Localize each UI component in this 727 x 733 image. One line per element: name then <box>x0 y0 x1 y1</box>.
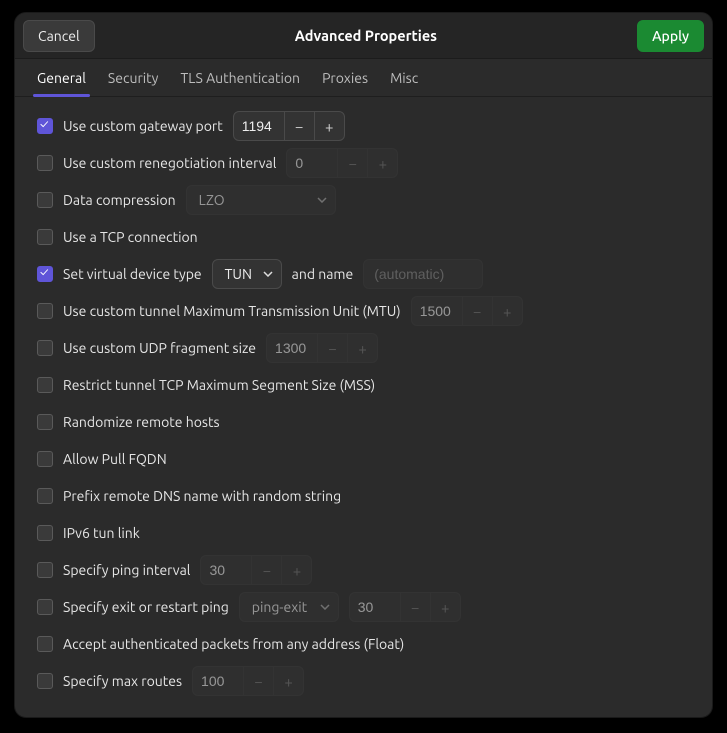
label-ping: Specify ping interval <box>63 562 190 578</box>
checkbox-mss[interactable] <box>37 377 53 393</box>
titlebar: Cancel Advanced Properties Apply <box>15 13 712 59</box>
checkbox-gateway-port[interactable] <box>37 118 53 134</box>
spin-mtu: − + <box>411 296 523 326</box>
tab-general[interactable]: General <box>37 59 86 96</box>
minus-icon[interactable]: − <box>337 149 367 177</box>
input-reneg[interactable] <box>287 149 337 177</box>
input-maxroutes[interactable] <box>193 667 243 695</box>
spin-ping: − + <box>200 555 312 585</box>
checkbox-tcp[interactable] <box>37 229 53 245</box>
plus-icon[interactable]: + <box>367 149 397 177</box>
row-float: Accept authenticated packets from any ad… <box>37 629 690 659</box>
select-vdev-value: TUN <box>225 266 252 282</box>
checkbox-maxroutes[interactable] <box>37 673 53 689</box>
checkbox-pingexit[interactable] <box>37 599 53 615</box>
checkbox-randomize[interactable] <box>37 414 53 430</box>
row-compression: Data compression LZO <box>37 185 690 215</box>
tab-tls-authentication[interactable]: TLS Authentication <box>180 59 300 96</box>
select-pingexit[interactable]: ping-exit <box>239 592 339 622</box>
checkbox-vdev[interactable] <box>37 266 53 282</box>
label-pullfqdn: Allow Pull FQDN <box>63 451 167 467</box>
select-vdev-type[interactable]: TUN <box>212 259 282 289</box>
minus-icon[interactable]: − <box>317 334 347 362</box>
spin-udpfrag: − + <box>266 333 378 363</box>
input-pingexit[interactable] <box>350 593 400 621</box>
label-mtu: Use custom tunnel Maximum Transmission U… <box>63 303 401 319</box>
checkbox-pullfqdn[interactable] <box>37 451 53 467</box>
chevron-down-icon <box>317 197 327 203</box>
checkbox-reneg[interactable] <box>37 155 53 171</box>
spin-gateway-port: − + <box>233 111 345 141</box>
label-randomize: Randomize remote hosts <box>63 414 220 430</box>
label-vdev: Set virtual device type <box>63 266 202 282</box>
plus-icon[interactable]: + <box>273 667 303 695</box>
checkbox-ping[interactable] <box>37 562 53 578</box>
select-compression-value: LZO <box>199 192 225 208</box>
spin-pingexit: − + <box>349 592 461 622</box>
plus-icon[interactable]: + <box>347 334 377 362</box>
label-mss: Restrict tunnel TCP Maximum Segment Size… <box>63 377 375 393</box>
label-float: Accept authenticated packets from any ad… <box>63 636 404 652</box>
checkbox-udpfrag[interactable] <box>37 340 53 356</box>
spin-maxroutes: − + <box>192 666 304 696</box>
select-pingexit-value: ping-exit <box>252 599 307 615</box>
dialog-window: Cancel Advanced Properties Apply General… <box>14 12 713 718</box>
label-ipv6tun: IPv6 tun link <box>63 525 140 541</box>
window-title: Advanced Properties <box>95 27 637 44</box>
minus-icon[interactable]: − <box>251 556 281 584</box>
plus-icon[interactable]: + <box>314 112 344 140</box>
row-udpfrag: Use custom UDP fragment size − + <box>37 333 690 363</box>
row-randomize: Randomize remote hosts <box>37 407 690 437</box>
input-vdev-name[interactable] <box>363 259 483 289</box>
plus-icon[interactable]: + <box>281 556 311 584</box>
row-gateway-port: Use custom gateway port − + <box>37 111 690 141</box>
checkbox-compression[interactable] <box>37 192 53 208</box>
apply-button[interactable]: Apply <box>637 20 704 52</box>
row-mtu: Use custom tunnel Maximum Transmission U… <box>37 296 690 326</box>
cancel-button[interactable]: Cancel <box>23 20 95 52</box>
general-panel: Use custom gateway port − + Use custom r… <box>15 97 712 714</box>
row-ping: Specify ping interval − + <box>37 555 690 585</box>
spin-reneg: − + <box>286 148 398 178</box>
input-udpfrag[interactable] <box>267 334 317 362</box>
row-ipv6tun: IPv6 tun link <box>37 518 690 548</box>
tab-misc[interactable]: Misc <box>390 59 418 96</box>
chevron-down-icon <box>320 604 330 610</box>
plus-icon[interactable]: + <box>430 593 460 621</box>
label-tcp: Use a TCP connection <box>63 229 198 245</box>
row-vdev: Set virtual device type TUN and name <box>37 259 690 289</box>
input-gateway-port[interactable] <box>234 112 284 140</box>
tabs: General Security TLS Authentication Prox… <box>15 59 712 97</box>
checkbox-prefixdns[interactable] <box>37 488 53 504</box>
row-pullfqdn: Allow Pull FQDN <box>37 444 690 474</box>
row-pingexit: Specify exit or restart ping ping-exit −… <box>37 592 690 622</box>
minus-icon[interactable]: − <box>462 297 492 325</box>
tab-proxies[interactable]: Proxies <box>322 59 368 96</box>
row-prefixdns: Prefix remote DNS name with random strin… <box>37 481 690 511</box>
row-maxroutes: Specify max routes − + <box>37 666 690 696</box>
label-gateway-port: Use custom gateway port <box>63 118 223 134</box>
checkbox-float[interactable] <box>37 636 53 652</box>
select-compression[interactable]: LZO <box>186 185 336 215</box>
plus-icon[interactable]: + <box>492 297 522 325</box>
label-pingexit: Specify exit or restart ping <box>63 599 229 615</box>
checkbox-mtu[interactable] <box>37 303 53 319</box>
checkbox-ipv6tun[interactable] <box>37 525 53 541</box>
label-reneg: Use custom renegotiation interval <box>63 155 276 171</box>
label-udpfrag: Use custom UDP fragment size <box>63 340 256 356</box>
minus-icon[interactable]: − <box>400 593 430 621</box>
row-mss: Restrict tunnel TCP Maximum Segment Size… <box>37 370 690 400</box>
chevron-down-icon <box>263 271 273 277</box>
label-prefixdns: Prefix remote DNS name with random strin… <box>63 488 341 504</box>
minus-icon[interactable]: − <box>243 667 273 695</box>
row-reneg: Use custom renegotiation interval − + <box>37 148 690 178</box>
tab-security[interactable]: Security <box>108 59 159 96</box>
label-compression: Data compression <box>63 192 176 208</box>
row-tcp: Use a TCP connection <box>37 222 690 252</box>
label-vdev-andname: and name <box>292 266 354 282</box>
label-maxroutes: Specify max routes <box>63 673 182 689</box>
minus-icon[interactable]: − <box>284 112 314 140</box>
input-ping[interactable] <box>201 556 251 584</box>
input-mtu[interactable] <box>412 297 462 325</box>
